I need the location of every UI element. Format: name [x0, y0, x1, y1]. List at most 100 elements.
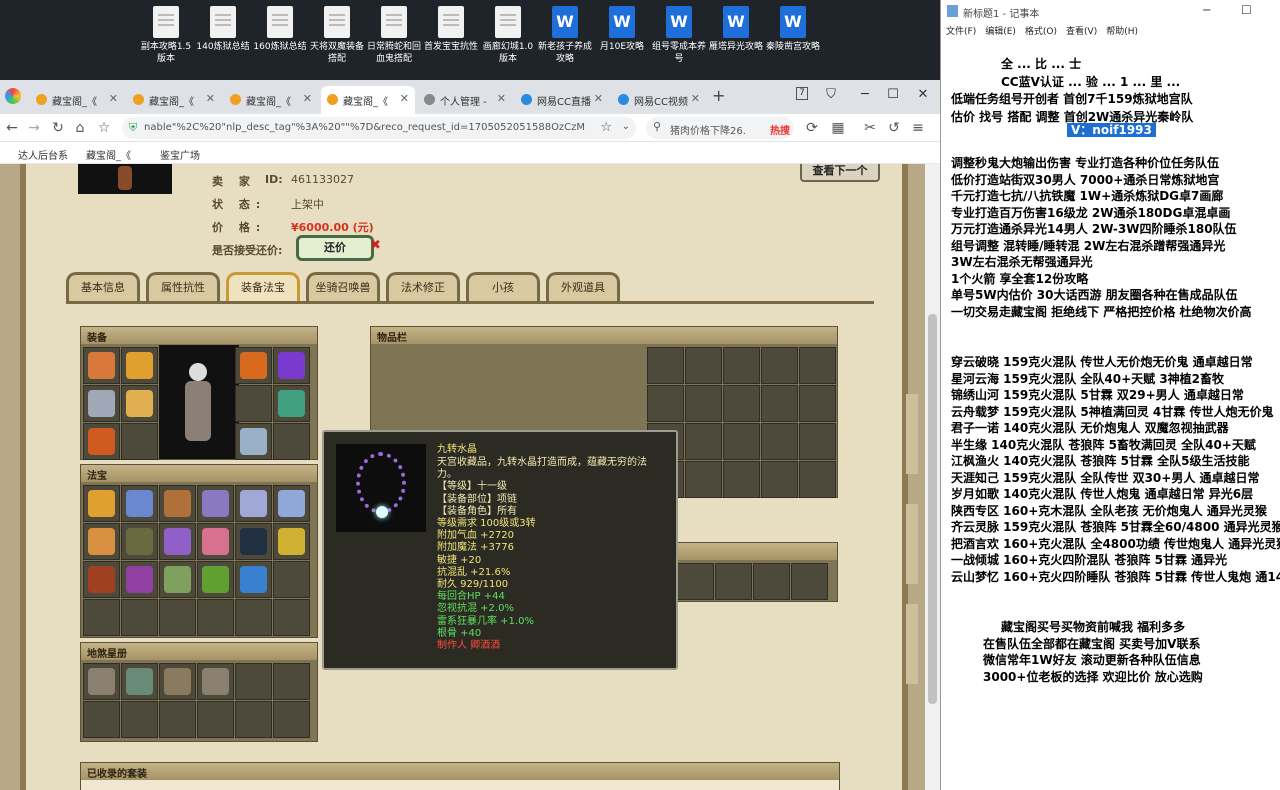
- item-slot[interactable]: [799, 347, 836, 384]
- item-slot[interactable]: [647, 347, 684, 384]
- minimize-button[interactable]: ─: [854, 84, 876, 106]
- item-slot[interactable]: [159, 599, 196, 636]
- item-slot[interactable]: [159, 701, 196, 738]
- item-slot[interactable]: [83, 423, 120, 460]
- tab-close-icon[interactable]: ✕: [109, 92, 118, 105]
- desktop-icon[interactable]: 日常腾蛇和回血鬼搭配: [366, 6, 422, 65]
- home-button[interactable]: ⌂: [70, 118, 90, 138]
- listing-tab[interactable]: 属性抗性: [146, 272, 220, 302]
- browser-tab[interactable]: 藏宝阁_《 ✕: [127, 86, 221, 114]
- item-slot[interactable]: [791, 563, 828, 600]
- listing-tab[interactable]: 小孩: [466, 272, 540, 302]
- item-slot[interactable]: [83, 385, 120, 422]
- item-slot[interactable]: [723, 423, 760, 460]
- item-slot[interactable]: [715, 563, 752, 600]
- view-next-button[interactable]: 查看下一个: [800, 164, 880, 182]
- notepad-menu-item[interactable]: 文件(F): [946, 27, 976, 37]
- close-button[interactable]: ✕: [912, 84, 934, 106]
- item-slot[interactable]: [685, 461, 722, 498]
- shirt-icon[interactable]: ⛉: [820, 84, 842, 106]
- item-slot[interactable]: [159, 523, 196, 560]
- item-slot[interactable]: [159, 485, 196, 522]
- item-slot[interactable]: [273, 561, 310, 598]
- item-slot[interactable]: [799, 461, 836, 498]
- item-slot[interactable]: [121, 485, 158, 522]
- desktop-icon[interactable]: 画廊幻城1.0版本: [480, 6, 536, 65]
- maximize-button[interactable]: ☐: [882, 84, 904, 106]
- item-slot[interactable]: [121, 663, 158, 700]
- item-slot[interactable]: [761, 347, 798, 384]
- counteroffer-button[interactable]: 还价: [296, 235, 374, 261]
- item-slot[interactable]: [235, 485, 272, 522]
- item-slot[interactable]: [685, 423, 722, 460]
- listing-tab[interactable]: 坐骑召唤兽: [306, 272, 380, 302]
- tab-count-badge[interactable]: 7: [796, 87, 808, 100]
- browser-tab[interactable]: 藏宝阁_《 ✕: [30, 86, 124, 114]
- notepad-menu-item[interactable]: 帮助(H): [1106, 27, 1138, 37]
- item-slot[interactable]: [197, 701, 234, 738]
- desktop-icon[interactable]: 副本攻略1.5版本: [138, 6, 194, 65]
- item-slot[interactable]: [83, 523, 120, 560]
- item-slot[interactable]: [761, 461, 798, 498]
- item-slot[interactable]: [235, 561, 272, 598]
- right-side-tab-2[interactable]: [906, 504, 918, 584]
- item-slot[interactable]: [197, 663, 234, 700]
- browser-logo-icon[interactable]: [5, 88, 21, 104]
- right-side-tab[interactable]: [906, 394, 918, 474]
- refresh-icon[interactable]: ⟳: [802, 118, 822, 138]
- item-slot[interactable]: [121, 385, 158, 422]
- scissors-icon[interactable]: ✂: [860, 118, 880, 138]
- item-slot[interactable]: [121, 599, 158, 636]
- item-slot[interactable]: [159, 663, 196, 700]
- listing-tab[interactable]: 外观道具: [546, 272, 620, 302]
- tab-close-icon[interactable]: ✕: [594, 92, 603, 105]
- item-slot[interactable]: [273, 347, 310, 384]
- item-slot[interactable]: [723, 461, 760, 498]
- desktop-icon[interactable]: W 雁塔异光攻略: [708, 6, 764, 53]
- dropdown-chevron-icon[interactable]: ⌄: [622, 121, 630, 132]
- item-slot[interactable]: [761, 385, 798, 422]
- item-slot[interactable]: [685, 385, 722, 422]
- undo-icon[interactable]: ↺: [884, 118, 904, 138]
- item-slot[interactable]: [273, 423, 310, 460]
- item-slot[interactable]: [83, 701, 120, 738]
- bookmark-star-icon[interactable]: ☆: [94, 118, 114, 138]
- item-slot[interactable]: [83, 485, 120, 522]
- page-scrollbar[interactable]: [925, 164, 940, 790]
- item-slot[interactable]: [273, 599, 310, 636]
- item-slot[interactable]: [753, 563, 790, 600]
- item-slot[interactable]: [121, 561, 158, 598]
- address-bar[interactable]: ⛨ nable"%2C%20"nlp_desc_tag"%3A%20""%7D&…: [122, 117, 636, 139]
- item-slot[interactable]: [273, 385, 310, 422]
- browser-tab[interactable]: 藏宝阁_《 ✕: [321, 86, 415, 114]
- item-slot[interactable]: [121, 523, 158, 560]
- notepad-minimize-button[interactable]: ─: [1203, 3, 1210, 17]
- desktop-icon[interactable]: 160炼狱总结: [252, 6, 308, 53]
- bookmark-item[interactable]: 藏宝阁_《: [86, 147, 131, 162]
- item-slot[interactable]: [159, 561, 196, 598]
- item-slot[interactable]: [235, 663, 272, 700]
- item-slot[interactable]: [83, 561, 120, 598]
- listing-tab[interactable]: 装备法宝: [226, 272, 300, 302]
- item-slot[interactable]: [723, 347, 760, 384]
- item-slot[interactable]: [235, 523, 272, 560]
- browser-tab[interactable]: 网易CC直播 ✕: [515, 86, 609, 114]
- item-slot[interactable]: [677, 563, 714, 600]
- item-slot[interactable]: [799, 385, 836, 422]
- tab-close-icon[interactable]: ✕: [303, 92, 312, 105]
- item-slot[interactable]: [235, 701, 272, 738]
- item-slot[interactable]: [121, 347, 158, 384]
- item-slot[interactable]: [121, 423, 158, 460]
- item-slot[interactable]: [197, 599, 234, 636]
- item-slot[interactable]: [685, 347, 722, 384]
- bookmark-item[interactable]: 达人后台系: [18, 147, 68, 162]
- bookmark-item[interactable]: 鉴宝广场: [160, 147, 200, 162]
- item-slot[interactable]: [197, 561, 234, 598]
- search-box[interactable]: ⚲ 猪肉价格下降26. 热搜: [646, 117, 794, 139]
- browser-tab[interactable]: 个人管理 - ✕: [418, 86, 512, 114]
- listing-tab[interactable]: 法术修正: [386, 272, 460, 302]
- browser-tab[interactable]: 藏宝阁_《 ✕: [224, 86, 318, 114]
- forward-button[interactable]: →: [24, 118, 44, 138]
- listing-tab[interactable]: 基本信息: [66, 272, 140, 302]
- item-slot[interactable]: [121, 701, 158, 738]
